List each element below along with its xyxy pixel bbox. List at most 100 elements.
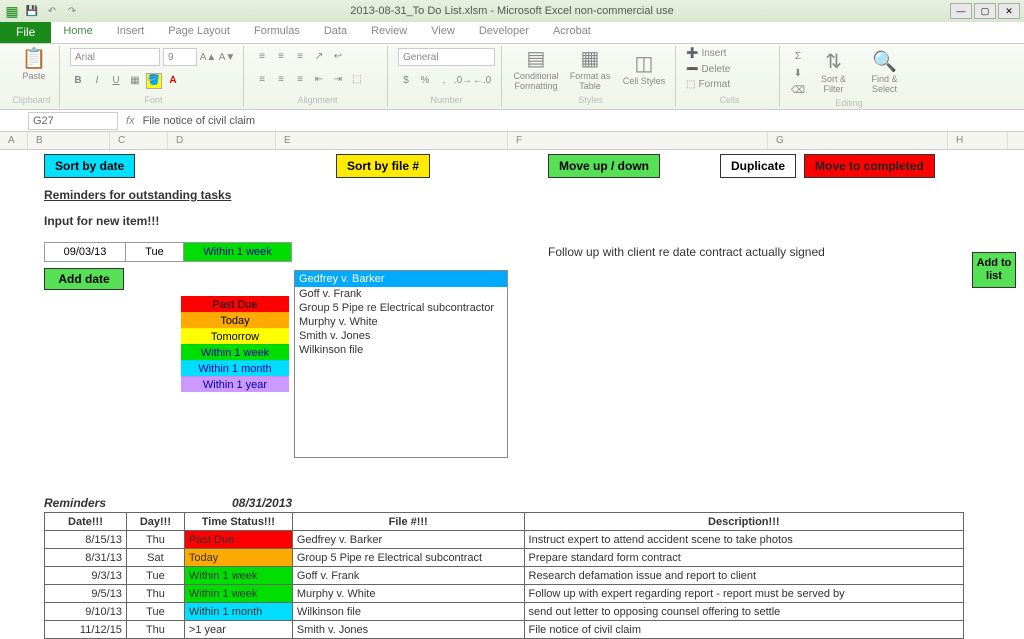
add-to-list-button[interactable]: Add to list bbox=[972, 252, 1016, 288]
grow-font-icon[interactable]: A▲ bbox=[200, 49, 216, 65]
comma-icon[interactable]: , bbox=[436, 73, 452, 89]
name-box[interactable]: G27 bbox=[28, 112, 118, 130]
duplicate-button[interactable]: Duplicate bbox=[720, 154, 796, 178]
formula-input[interactable]: File notice of civil claim bbox=[143, 115, 1024, 127]
clear-icon[interactable]: ⌫ bbox=[790, 82, 806, 98]
input-status-cell[interactable]: Within 1 week bbox=[184, 242, 292, 262]
font-size-select[interactable]: 9 bbox=[163, 48, 197, 66]
cell-day[interactable]: Tue bbox=[126, 567, 184, 585]
move-up-down-button[interactable]: Move up / down bbox=[548, 154, 660, 178]
cell-status[interactable]: Today bbox=[184, 549, 292, 567]
th-desc[interactable]: Description!!! bbox=[524, 513, 963, 531]
dropdown-selected[interactable]: Gedfrey v. Barker bbox=[295, 271, 507, 287]
delete-cells-button[interactable]: ➖ Delete bbox=[686, 64, 773, 75]
fill-icon[interactable]: ⬇ bbox=[790, 65, 806, 81]
align-mid-icon[interactable]: ≡ bbox=[273, 48, 289, 64]
dropdown-option[interactable]: Wilkinson file bbox=[295, 343, 507, 357]
align-bot-icon[interactable]: ≡ bbox=[292, 48, 308, 64]
cell-desc[interactable]: send out letter to opposing counsel offe… bbox=[524, 603, 963, 621]
orientation-icon[interactable]: ↗ bbox=[311, 48, 327, 64]
format-cells-button[interactable]: ⬚ Format bbox=[686, 79, 773, 90]
col-header-b[interactable]: B bbox=[28, 132, 110, 149]
cell-status[interactable]: Within 1 week bbox=[184, 567, 292, 585]
tab-insert[interactable]: Insert bbox=[105, 22, 157, 43]
tab-home[interactable]: Home bbox=[51, 22, 104, 43]
dropdown-option[interactable]: Group 5 Pipe re Electrical subcontractor bbox=[295, 301, 507, 315]
cell-desc[interactable]: Prepare standard form contract bbox=[524, 549, 963, 567]
input-date-cell[interactable]: 09/03/13 bbox=[44, 242, 126, 262]
dropdown-option[interactable]: Goff v. Frank bbox=[295, 287, 507, 301]
table-row[interactable]: 8/15/13ThuPast DueGedfrey v. BarkerInstr… bbox=[45, 531, 964, 549]
format-as-table-button[interactable]: ▦Format as Table bbox=[566, 48, 614, 92]
sort-filter-button[interactable]: ⇅Sort & Filter bbox=[810, 48, 857, 98]
align-top-icon[interactable]: ≡ bbox=[254, 48, 270, 64]
conditional-formatting-button[interactable]: ▤Conditional Formatting bbox=[512, 48, 560, 92]
cell-file[interactable]: Smith v. Jones bbox=[292, 621, 524, 639]
cell-day[interactable]: Thu bbox=[126, 621, 184, 639]
file-dropdown[interactable]: Gedfrey v. Barker Goff v. Frank Group 5 … bbox=[294, 270, 508, 458]
cell-file[interactable]: Group 5 Pipe re Electrical subcontract bbox=[292, 549, 524, 567]
underline-icon[interactable]: U bbox=[108, 73, 124, 89]
tab-review[interactable]: Review bbox=[359, 22, 419, 43]
cell-date[interactable]: 11/12/15 bbox=[45, 621, 127, 639]
cell-status[interactable]: >1 year bbox=[184, 621, 292, 639]
tab-developer[interactable]: Developer bbox=[467, 22, 541, 43]
border-icon[interactable]: ▦ bbox=[127, 73, 143, 89]
fx-icon[interactable]: fx bbox=[126, 115, 135, 127]
find-select-button[interactable]: 🔍Find & Select bbox=[861, 48, 908, 98]
th-date[interactable]: Date!!! bbox=[45, 513, 127, 531]
cell-file[interactable]: Goff v. Frank bbox=[292, 567, 524, 585]
fill-color-icon[interactable]: 🪣 bbox=[146, 73, 162, 89]
cell-status[interactable]: Within 1 month bbox=[184, 603, 292, 621]
th-day[interactable]: Day!!! bbox=[126, 513, 184, 531]
percent-icon[interactable]: % bbox=[417, 73, 433, 89]
th-file[interactable]: File #!!! bbox=[292, 513, 524, 531]
col-header-d[interactable]: D bbox=[168, 132, 276, 149]
undo-icon[interactable]: ↶ bbox=[44, 3, 60, 19]
indent-dec-icon[interactable]: ⇤ bbox=[311, 72, 327, 88]
add-date-button[interactable]: Add date bbox=[44, 268, 124, 290]
currency-icon[interactable]: $ bbox=[398, 73, 414, 89]
input-day-cell[interactable]: Tue bbox=[126, 242, 184, 262]
paste-button[interactable]: 📋Paste bbox=[10, 48, 58, 82]
cell-day[interactable]: Thu bbox=[126, 531, 184, 549]
tab-page-layout[interactable]: Page Layout bbox=[156, 22, 242, 43]
table-row[interactable]: 8/31/13SatTodayGroup 5 Pipe re Electrica… bbox=[45, 549, 964, 567]
font-name-select[interactable]: Arial bbox=[70, 48, 160, 66]
indent-inc-icon[interactable]: ⇥ bbox=[330, 72, 346, 88]
tab-view[interactable]: View bbox=[419, 22, 467, 43]
merge-icon[interactable]: ⬚ bbox=[349, 72, 365, 88]
input-followup-text[interactable]: Follow up with client re date contract a… bbox=[548, 245, 825, 259]
tab-acrobat[interactable]: Acrobat bbox=[541, 22, 603, 43]
cell-desc[interactable]: File notice of civil claim bbox=[524, 621, 963, 639]
align-center-icon[interactable]: ≡ bbox=[273, 72, 289, 88]
col-header-e[interactable]: E bbox=[276, 132, 508, 149]
number-format-select[interactable]: General bbox=[398, 48, 495, 66]
col-header-f[interactable]: F bbox=[508, 132, 768, 149]
cell-desc[interactable]: Instruct expert to attend accident scene… bbox=[524, 531, 963, 549]
table-row[interactable]: 9/3/13TueWithin 1 weekGoff v. FrankResea… bbox=[45, 567, 964, 585]
cell-file[interactable]: Wilkinson file bbox=[292, 603, 524, 621]
sort-by-date-button[interactable]: Sort by date bbox=[44, 154, 135, 178]
file-tab[interactable]: File bbox=[0, 22, 51, 43]
cell-date[interactable]: 9/10/13 bbox=[45, 603, 127, 621]
dec-inc-icon[interactable]: .0→ bbox=[455, 73, 471, 89]
col-header-h[interactable]: H bbox=[948, 132, 1008, 149]
col-header-c[interactable]: C bbox=[110, 132, 168, 149]
cell-file[interactable]: Gedfrey v. Barker bbox=[292, 531, 524, 549]
font-color-icon[interactable]: A bbox=[165, 73, 181, 89]
dropdown-option[interactable]: Smith v. Jones bbox=[295, 329, 507, 343]
shrink-font-icon[interactable]: A▼ bbox=[219, 49, 235, 65]
save-icon[interactable]: 💾 bbox=[24, 3, 40, 19]
cell-date[interactable]: 8/15/13 bbox=[45, 531, 127, 549]
cell-styles-button[interactable]: ◫Cell Styles bbox=[620, 48, 668, 92]
insert-cells-button[interactable]: ➕ Insert bbox=[686, 48, 773, 59]
cell-desc[interactable]: Research defamation issue and report to … bbox=[524, 567, 963, 585]
cell-date[interactable]: 8/31/13 bbox=[45, 549, 127, 567]
align-right-icon[interactable]: ≡ bbox=[292, 72, 308, 88]
table-row[interactable]: 9/10/13TueWithin 1 monthWilkinson filese… bbox=[45, 603, 964, 621]
tab-data[interactable]: Data bbox=[312, 22, 359, 43]
minimize-button[interactable]: — bbox=[950, 3, 972, 19]
dropdown-option[interactable]: Murphy v. White bbox=[295, 315, 507, 329]
bold-icon[interactable]: B bbox=[70, 73, 86, 89]
